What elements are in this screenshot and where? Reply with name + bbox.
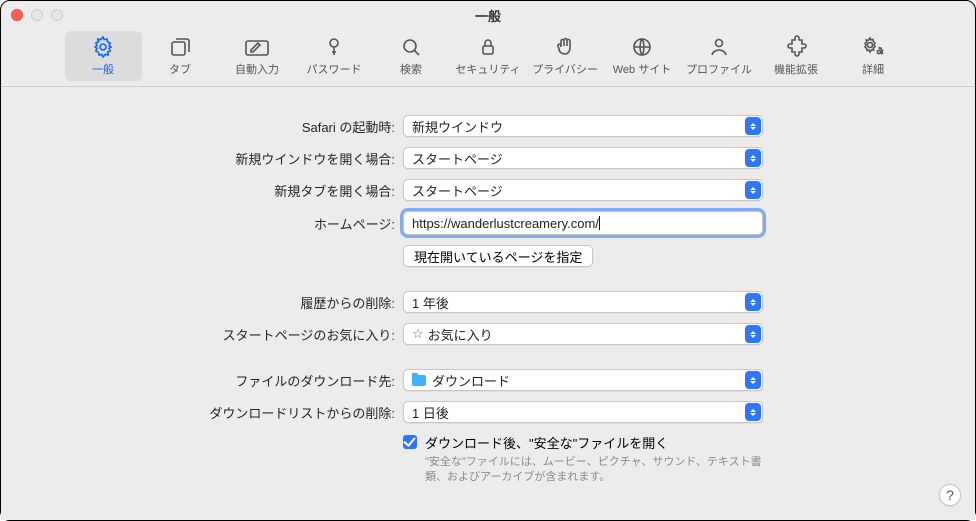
download-dest-select[interactable]: ダウンロード xyxy=(403,369,763,391)
new-window-label: 新規ウインドウを開く場合: xyxy=(41,149,403,168)
tab-autofill[interactable]: 自動入力 xyxy=(219,31,296,81)
startup-select[interactable]: 新規ウインドウ xyxy=(403,115,763,137)
tab-search[interactable]: 検索 xyxy=(373,31,450,81)
tab-label: 機能拡張 xyxy=(774,61,818,77)
text-caret xyxy=(599,216,600,230)
startup-value: 新規ウインドウ xyxy=(412,117,503,136)
preferences-toolbar: 一般 タブ 自動入力 パスワード 検索 xyxy=(1,29,975,87)
key-icon xyxy=(320,35,348,59)
chevron-updown-icon xyxy=(745,181,761,199)
download-dest-value: ダウンロード xyxy=(432,371,510,390)
open-safe-files-checkbox[interactable] xyxy=(403,435,417,449)
download-remove-value: 1 日後 xyxy=(412,403,449,422)
tab-label: パスワード xyxy=(307,61,362,77)
hand-icon xyxy=(551,35,579,59)
tab-tabs[interactable]: タブ xyxy=(142,31,219,81)
new-tab-value: スタートページ xyxy=(412,181,503,200)
homepage-field[interactable]: https://wanderlustcreamery.com/ xyxy=(403,211,763,235)
new-tab-select[interactable]: スタートページ xyxy=(403,179,763,201)
favorites-select[interactable]: ☆ お気に入り xyxy=(403,323,763,345)
open-safe-files-subtext: "安全な"ファイルには、ムービー、ピクチャ、サウンド、テキスト書類、およびアーカ… xyxy=(425,455,765,486)
open-safe-files-container: ダウンロード後、"安全な"ファイルを開く "安全な"ファイルには、ムービー、ピク… xyxy=(425,433,765,486)
pencil-box-icon xyxy=(243,35,271,59)
startup-label: Safari の起動時: xyxy=(41,117,403,136)
star-icon: ☆ xyxy=(412,326,424,342)
window-title: 一般 xyxy=(475,6,501,25)
puzzle-icon xyxy=(782,35,810,59)
gears-icon xyxy=(859,35,887,59)
close-button[interactable] xyxy=(11,9,23,21)
history-remove-select[interactable]: 1 年後 xyxy=(403,291,763,313)
favorites-value: お気に入り xyxy=(428,325,493,344)
tab-profiles[interactable]: プロファイル xyxy=(681,31,758,81)
chevron-updown-icon xyxy=(745,325,761,343)
preferences-window: 一般 一般 タブ 自動入力 パスワード xyxy=(0,0,976,521)
tab-label: セキュリティ xyxy=(455,61,520,77)
tab-extensions[interactable]: 機能拡張 xyxy=(758,31,835,81)
help-label: ? xyxy=(946,487,954,503)
favorites-label: スタートページのお気に入り: xyxy=(41,325,403,344)
tab-label: 検索 xyxy=(400,61,422,77)
tab-label: 一般 xyxy=(92,61,114,77)
history-remove-value: 1 年後 xyxy=(412,293,449,312)
set-current-page-button[interactable]: 現在開いているページを指定 xyxy=(403,245,593,267)
tab-label: プライバシー xyxy=(532,61,598,77)
tab-label: 詳細 xyxy=(862,61,884,77)
lock-icon xyxy=(474,35,502,59)
tab-password[interactable]: パスワード xyxy=(296,31,373,81)
homepage-label: ホームページ: xyxy=(41,214,403,233)
tab-label: 自動入力 xyxy=(235,61,279,77)
new-tab-label: 新規タブを開く場合: xyxy=(41,181,403,200)
download-dest-label: ファイルのダウンロード先: xyxy=(41,371,403,390)
search-icon xyxy=(397,35,425,59)
folder-icon xyxy=(412,375,426,386)
titlebar: 一般 xyxy=(1,1,975,29)
tabs-icon xyxy=(166,35,194,59)
tab-privacy[interactable]: プライバシー xyxy=(527,31,604,81)
tab-label: タブ xyxy=(169,61,191,77)
tab-label: Web サイト xyxy=(613,61,671,77)
new-window-select[interactable]: スタートページ xyxy=(403,147,763,169)
open-safe-files-label: ダウンロード後、"安全な"ファイルを開く xyxy=(425,433,765,452)
download-remove-label: ダウンロードリストからの削除: xyxy=(41,403,403,422)
history-remove-label: 履歴からの削除: xyxy=(41,293,403,312)
chevron-updown-icon xyxy=(745,371,761,389)
window-controls xyxy=(11,9,63,21)
chevron-updown-icon xyxy=(745,149,761,167)
gear-icon xyxy=(89,35,117,59)
homepage-value: https://wanderlustcreamery.com/ xyxy=(412,216,599,231)
download-remove-select[interactable]: 1 日後 xyxy=(403,401,763,423)
zoom-button[interactable] xyxy=(51,9,63,21)
help-button[interactable]: ? xyxy=(939,484,961,506)
general-pane: Safari の起動時: 新規ウインドウ 新規ウインドウを開く場合: スタートペ… xyxy=(1,87,975,520)
new-window-value: スタートページ xyxy=(412,149,503,168)
chevron-updown-icon xyxy=(745,117,761,135)
chevron-updown-icon xyxy=(745,293,761,311)
tab-websites[interactable]: Web サイト xyxy=(604,31,681,81)
tab-label: プロファイル xyxy=(686,61,752,77)
tab-advanced[interactable]: 詳細 xyxy=(835,31,912,81)
chevron-updown-icon xyxy=(745,403,761,421)
person-icon xyxy=(705,35,733,59)
button-label: 現在開いているページを指定 xyxy=(414,247,582,266)
tab-security[interactable]: セキュリティ xyxy=(450,31,527,81)
tab-general[interactable]: 一般 xyxy=(65,31,142,81)
minimize-button[interactable] xyxy=(31,9,43,21)
globe-icon xyxy=(628,35,656,59)
